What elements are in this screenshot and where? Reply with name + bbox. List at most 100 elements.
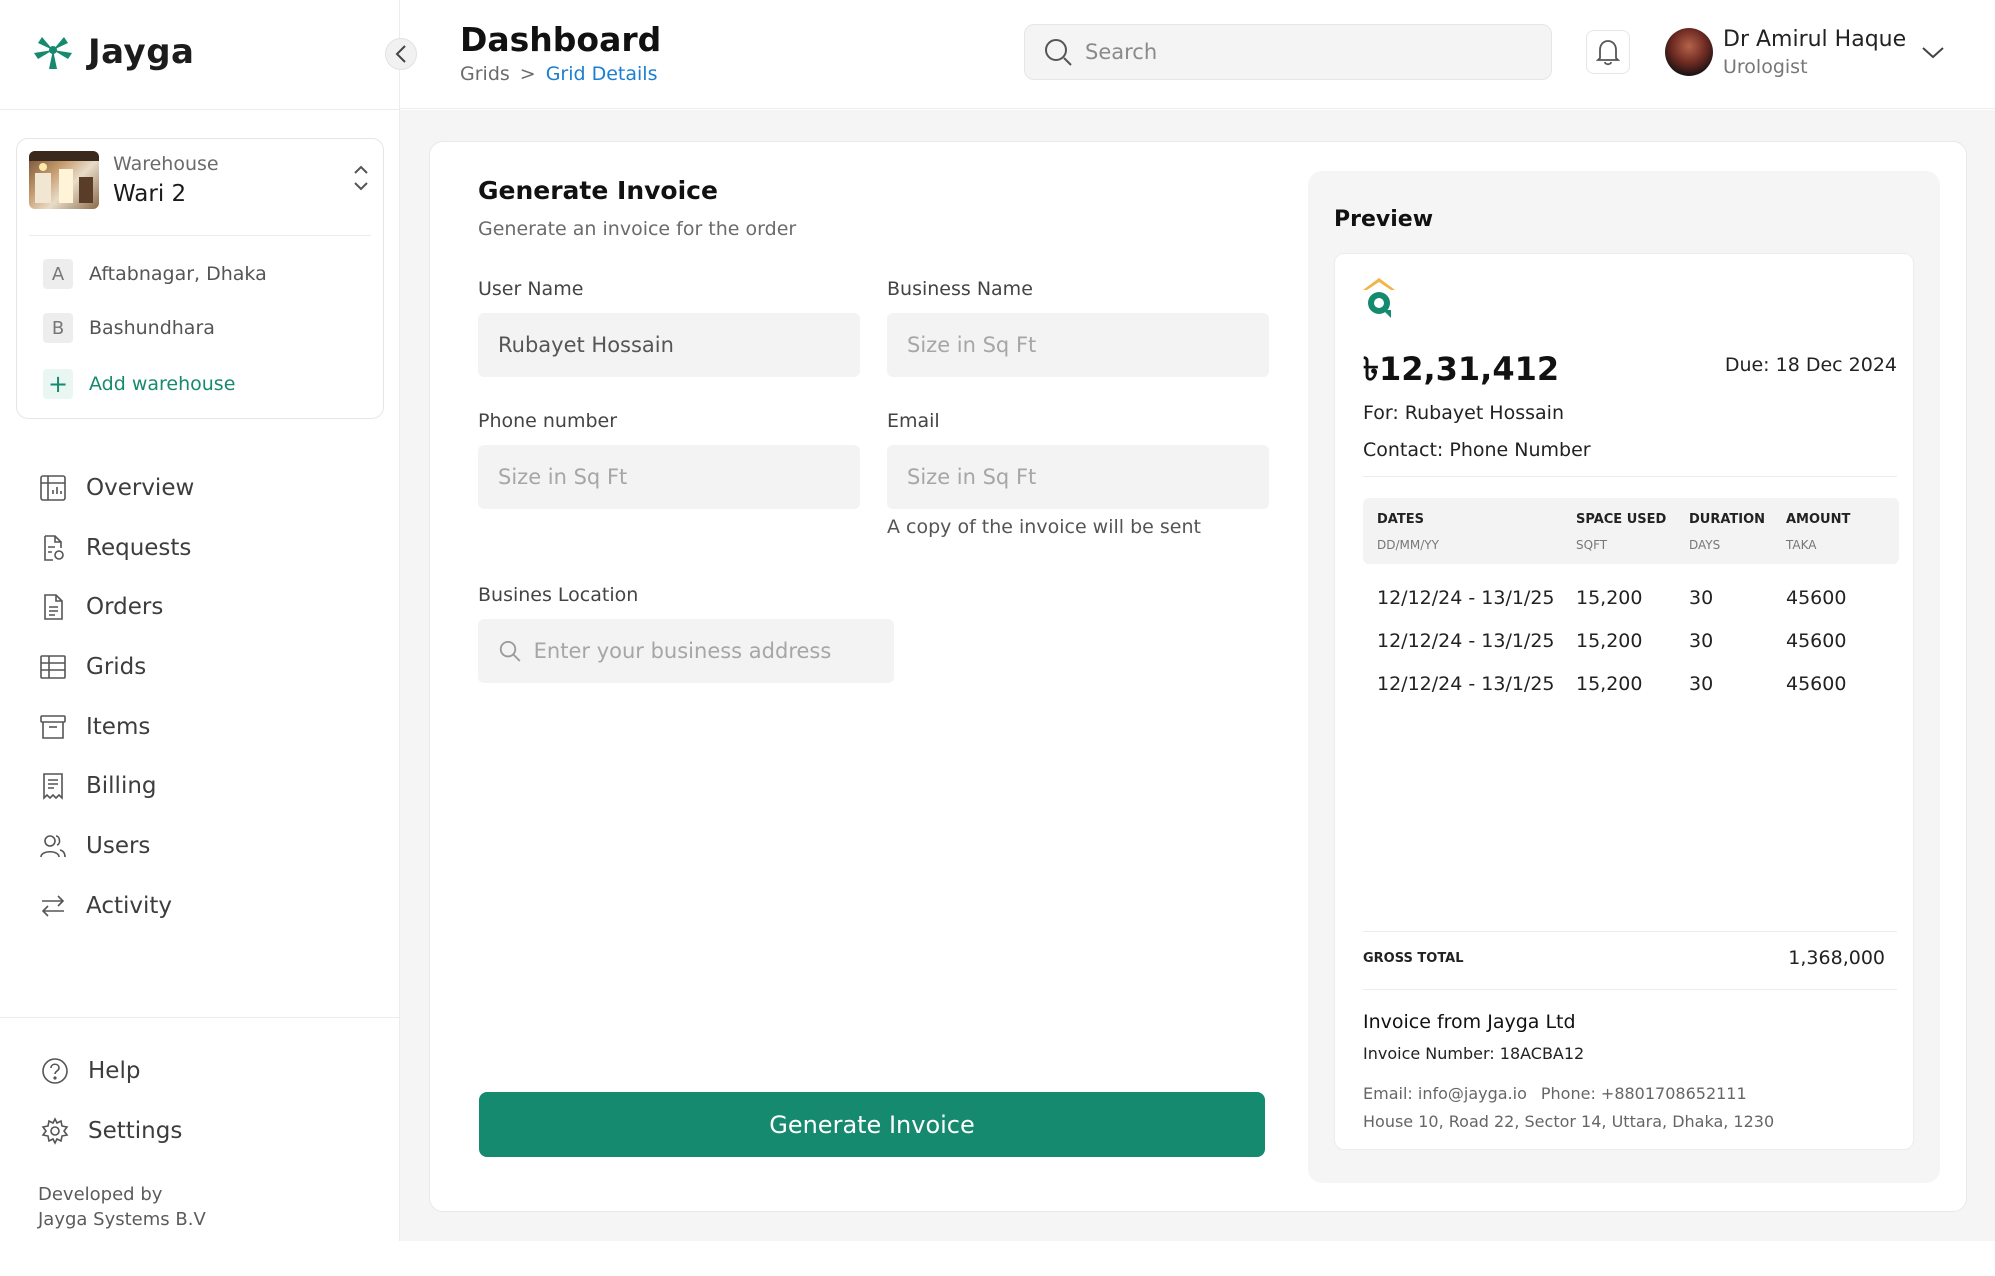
cell-dates: 12/12/24 - 13/1/25 <box>1377 587 1555 609</box>
invoice-number: Invoice Number: 18ACBA12 <box>1363 1044 1585 1063</box>
breadcrumb-item[interactable]: Grids <box>460 63 510 85</box>
avatar[interactable] <box>1665 28 1713 76</box>
collapse-sidebar-button[interactable] <box>385 38 417 70</box>
bottom-nav: Help Settings <box>40 1041 380 1161</box>
warehouse-option-label: Bashundhara <box>89 317 215 339</box>
gear-icon <box>40 1116 70 1146</box>
activity-icon <box>38 891 68 921</box>
phone-input[interactable] <box>498 465 860 489</box>
cell-space: 15,200 <box>1576 673 1643 695</box>
column-subheader: DAYS <box>1689 538 1721 552</box>
credit-company: Jayga Systems B.V <box>38 1209 206 1230</box>
nav-item-orders[interactable]: Orders <box>38 577 378 637</box>
invoice-amount: ৳12,31,412 <box>1363 350 1560 388</box>
top-header: Dashboard Grids > Grid Details Dr Amirul… <box>400 0 1995 109</box>
breadcrumb: Grids > Grid Details <box>460 63 658 85</box>
sidebar-divider <box>0 109 400 110</box>
warehouse-option-label: Aftabnagar, Dhaka <box>89 263 267 285</box>
credit-line: Developed by <box>38 1184 163 1205</box>
bell-icon <box>1595 40 1621 66</box>
user-name-input[interactable] <box>498 333 860 357</box>
column-subheader: SQFT <box>1576 538 1608 552</box>
main-nav: Overview Requests Orders Grids Items Bil… <box>38 458 378 936</box>
jayga-logo-icon <box>34 37 72 69</box>
business-name-field[interactable] <box>887 313 1269 377</box>
email-label: Email <box>887 410 940 432</box>
business-name-input[interactable] <box>907 333 1269 357</box>
brand-logo[interactable]: Jayga <box>30 32 195 72</box>
add-warehouse-button[interactable]: + Add warehouse <box>43 369 235 399</box>
invoice-email: Email: info@jayga.io <box>1363 1084 1527 1103</box>
nav-item-label: Settings <box>88 1118 183 1144</box>
main-content: Generate Invoice Generate an invoice for… <box>400 110 1995 1241</box>
chevron-up-down-icon[interactable] <box>351 161 371 195</box>
email-field[interactable] <box>887 445 1269 509</box>
search-bar[interactable] <box>1024 24 1552 80</box>
gross-total-value: 1,368,000 <box>1788 947 1885 969</box>
warehouse-label: Warehouse <box>113 153 219 175</box>
add-warehouse-label: Add warehouse <box>89 373 236 395</box>
email-input[interactable] <box>907 465 1269 489</box>
nav-item-activity[interactable]: Activity <box>38 876 378 936</box>
notifications-button[interactable] <box>1586 30 1630 74</box>
sidebar: Jayga Warehouse Wari 2 A Aftabnagar, Dha… <box>0 0 400 1241</box>
column-header: AMOUNT <box>1786 512 1851 527</box>
nav-item-label: Requests <box>86 534 192 561</box>
search-input[interactable] <box>1085 40 1525 64</box>
chevron-down-icon[interactable] <box>1918 40 1948 64</box>
column-subheader: TAKA <box>1786 538 1817 552</box>
warehouse-thumbnail <box>29 151 99 209</box>
nav-item-grids[interactable]: Grids <box>38 637 378 697</box>
invoice-preview: Preview ৳12,31,412 Due: 18 Dec 2024 For:… <box>1308 171 1940 1183</box>
search-icon <box>499 640 521 662</box>
warehouse-current: Wari 2 <box>113 181 187 207</box>
nav-item-label: Orders <box>86 594 164 621</box>
items-icon <box>38 712 68 742</box>
nav-item-help[interactable]: Help <box>40 1041 380 1101</box>
brand-name: Jayga <box>88 32 195 72</box>
cell-dates: 12/12/24 - 13/1/25 <box>1377 673 1555 695</box>
nav-item-settings[interactable]: Settings <box>40 1101 380 1161</box>
generate-invoice-button[interactable]: Generate Invoice <box>479 1092 1265 1157</box>
table-row: 12/12/24 - 13/1/25 15,200 30 45600 <box>1363 622 1899 662</box>
invoice-contact: Contact: Phone Number <box>1363 439 1591 461</box>
user-role: Urologist <box>1723 56 1808 78</box>
phone-field[interactable] <box>478 445 860 509</box>
page-title: Dashboard <box>460 20 662 59</box>
invoice-table-header: DATES DD/MM/YY SPACE USED SQFT DURATION … <box>1363 498 1899 564</box>
sidebar-divider <box>0 1017 400 1018</box>
invoice-divider <box>1363 931 1897 932</box>
cell-duration: 30 <box>1689 673 1714 695</box>
warehouse-option-a[interactable]: A Aftabnagar, Dhaka <box>43 259 267 289</box>
warehouse-option-b[interactable]: B Bashundhara <box>43 313 215 343</box>
chevron-left-icon <box>395 45 406 63</box>
location-input[interactable] <box>533 639 894 663</box>
nav-item-billing[interactable]: Billing <box>38 756 378 816</box>
nav-item-users[interactable]: Users <box>38 816 378 876</box>
nav-item-overview[interactable]: Overview <box>38 458 378 518</box>
warehouse-switcher[interactable]: Warehouse Wari 2 A Aftabnagar, Dhaka B B… <box>16 138 384 419</box>
search-icon <box>1045 39 1072 66</box>
nav-item-label: Help <box>88 1058 141 1084</box>
help-icon <box>40 1056 70 1086</box>
cell-space: 15,200 <box>1576 630 1643 652</box>
nav-item-items[interactable]: Items <box>38 697 378 757</box>
column-header: DATES <box>1377 512 1424 527</box>
nav-item-label: Users <box>86 832 151 859</box>
table-row: 12/12/24 - 13/1/25 15,200 30 45600 <box>1363 579 1899 619</box>
email-hint: A copy of the invoice will be sent <box>887 516 1201 538</box>
preview-title: Preview <box>1334 207 1434 232</box>
column-header: DURATION <box>1689 512 1766 527</box>
overview-icon <box>38 473 68 503</box>
user-name-field[interactable] <box>478 313 860 377</box>
invoice-recipient: For: Rubayet Hossain <box>1363 402 1564 424</box>
cell-duration: 30 <box>1689 630 1714 652</box>
nav-item-requests[interactable]: Requests <box>38 518 378 578</box>
table-row: 12/12/24 - 13/1/25 15,200 30 45600 <box>1363 665 1899 705</box>
cell-space: 15,200 <box>1576 587 1643 609</box>
plus-icon: + <box>43 369 73 399</box>
breadcrumb-current[interactable]: Grid Details <box>546 63 658 85</box>
user-name-label: User Name <box>478 278 584 300</box>
requests-icon <box>38 533 68 563</box>
location-field[interactable] <box>478 619 894 683</box>
